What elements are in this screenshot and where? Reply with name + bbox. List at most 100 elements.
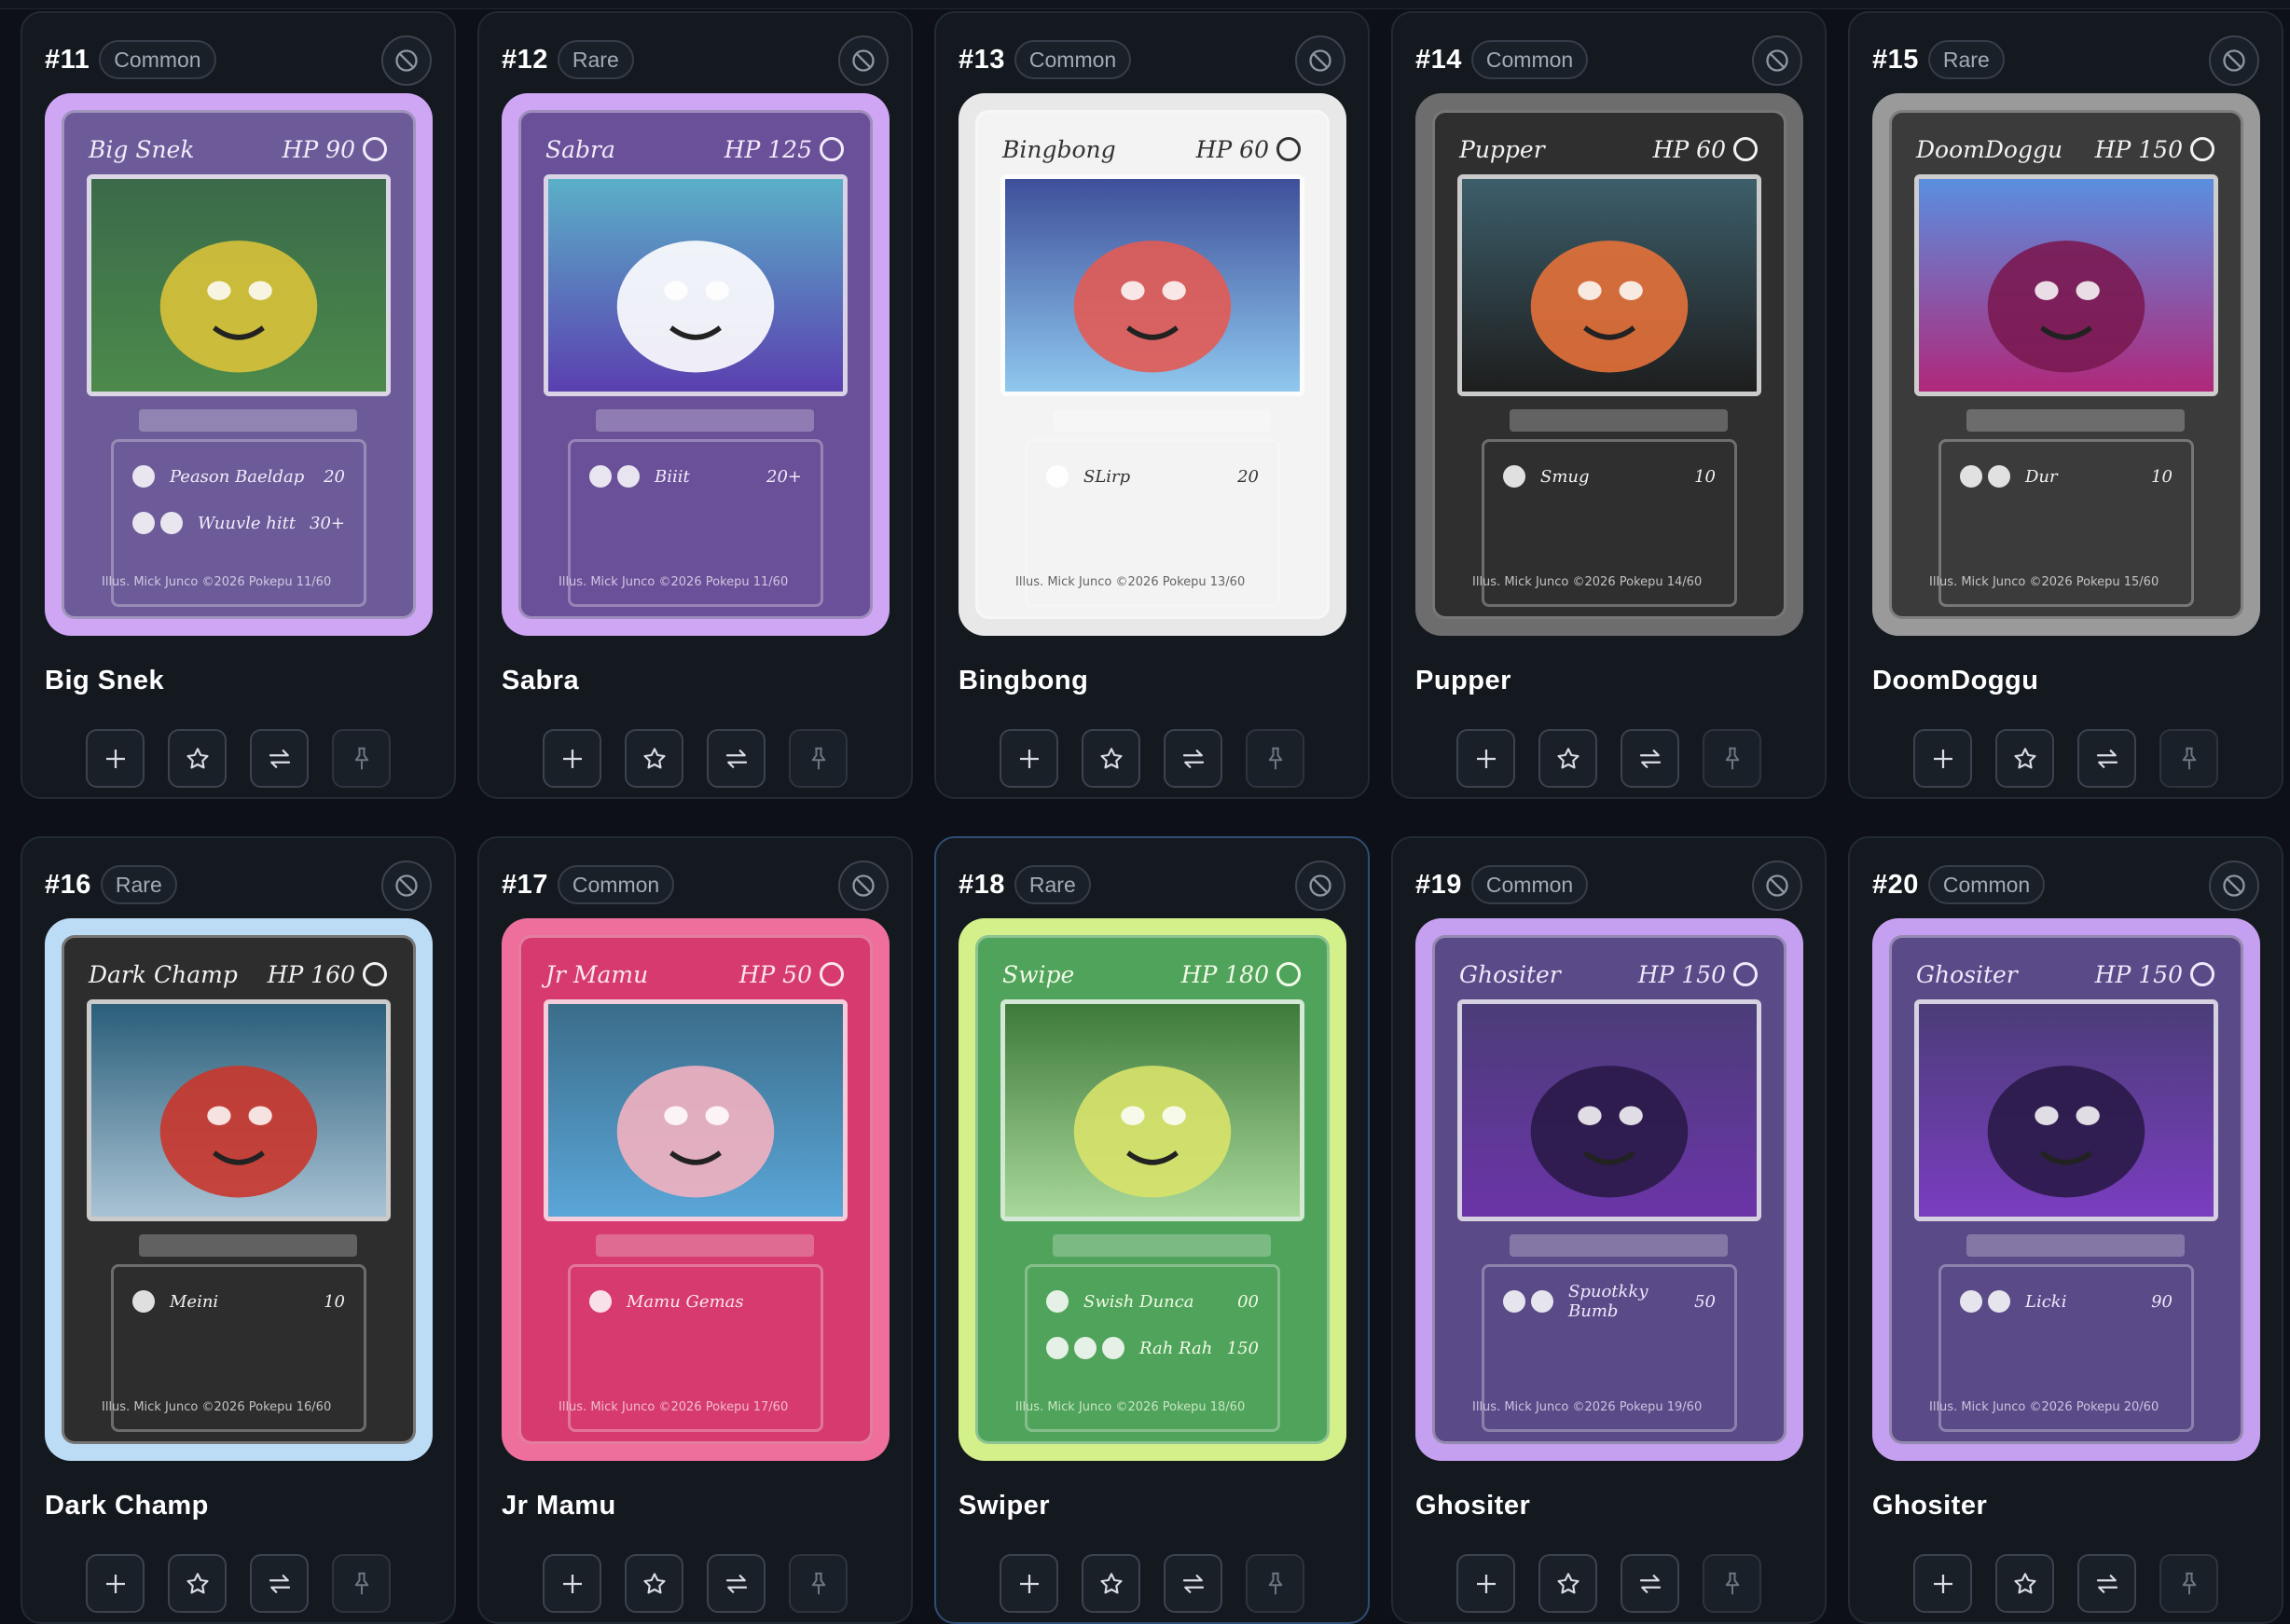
energy-icon — [1733, 137, 1758, 161]
add-button[interactable] — [86, 1554, 145, 1613]
energy-icon — [2190, 137, 2214, 161]
favorite-button[interactable] — [168, 729, 227, 788]
trade-button[interactable] — [707, 729, 766, 788]
move-name: Wuuvle hitt — [198, 513, 297, 533]
add-button[interactable] — [1456, 1554, 1515, 1613]
add-button[interactable] — [543, 729, 601, 788]
card-name: Big Snek — [45, 666, 165, 695]
pin-button[interactable] — [332, 1554, 391, 1613]
card-tile[interactable]: #19 Common Ghositer HP 150 Spuotkky Bumb… — [1391, 836, 1827, 1624]
card-image[interactable]: Ghositer HP 150 Spuotkky Bumb 50 Illus. M… — [1415, 918, 1803, 1461]
favorite-button[interactable] — [1538, 729, 1597, 788]
card-face: Bingbong HP 60 SLirp 20 Illus. Mick Junco… — [975, 110, 1330, 619]
card-tile[interactable]: #15 Rare DoomDoggu HP 150 Dur 10 Illus. M… — [1848, 11, 2283, 799]
trade-button[interactable] — [1164, 1554, 1222, 1613]
trade-button[interactable] — [2077, 729, 2136, 788]
card-info-strip — [1966, 409, 2185, 432]
card-image[interactable]: DoomDoggu HP 150 Dur 10 Illus. Mick Junco… — [1872, 93, 2260, 636]
pin-button[interactable] — [789, 1554, 848, 1613]
card-image[interactable]: Jr Mamu HP 50 Mamu Gemas Illus. Mick Jun… — [502, 918, 890, 1461]
add-button[interactable] — [1913, 729, 1972, 788]
pin-button[interactable] — [332, 729, 391, 788]
card-header: Swipe HP 180 — [1002, 958, 1301, 990]
card-image[interactable]: Bingbong HP 60 SLirp 20 Illus. Mick Junco… — [959, 93, 1346, 636]
trade-button[interactable] — [1164, 729, 1222, 788]
card-tile[interactable]: #17 Common Jr Mamu HP 50 Mamu Gemas Illu… — [477, 836, 913, 1624]
artwork-illustration — [1919, 1004, 2214, 1217]
rarity-badge: Common — [99, 40, 216, 79]
add-button[interactable] — [1913, 1554, 1972, 1613]
add-button[interactable] — [1000, 729, 1058, 788]
plus-icon — [562, 1574, 582, 1593]
card-tile[interactable]: #20 Common Ghositer HP 150 Licki 90 Illus… — [1848, 836, 2283, 1624]
favorite-button[interactable] — [625, 729, 683, 788]
add-button[interactable] — [86, 729, 145, 788]
card-number: #19 — [1415, 869, 1462, 900]
card-tile[interactable]: #16 Rare Dark Champ HP 160 Meini 10 Illus… — [21, 836, 456, 1624]
hide-button[interactable] — [838, 860, 889, 911]
card-tile[interactable]: #14 Common Pupper HP 60 Smug 10 Illus. Mi… — [1391, 11, 1827, 799]
card-image[interactable]: Pupper HP 60 Smug 10 Illus. Mick Junco ©2… — [1415, 93, 1803, 636]
favorite-button[interactable] — [625, 1554, 683, 1613]
trade-button[interactable] — [1621, 729, 1679, 788]
hide-button[interactable] — [1752, 860, 1802, 911]
hide-button[interactable] — [2209, 35, 2259, 86]
card-tile[interactable]: #18 Rare Swipe HP 180 Swish Dunca 00 Rah R… — [934, 836, 1370, 1624]
star-icon — [642, 747, 666, 768]
card-tile[interactable]: #11 Common Big Snek HP 90 Peason Baeldap… — [21, 11, 456, 799]
move-damage: 20 — [324, 466, 345, 487]
energy-icon — [589, 465, 612, 488]
favorite-button[interactable] — [1538, 1554, 1597, 1613]
tile-header: #14 Common — [1415, 35, 1802, 86]
pin-button[interactable] — [1703, 1554, 1761, 1613]
card-number: #13 — [959, 44, 1005, 75]
card-tile[interactable]: #13 Common Bingbong HP 60 SLirp 20 Illus.… — [934, 11, 1370, 799]
hide-button[interactable] — [2209, 860, 2259, 911]
trade-button[interactable] — [707, 1554, 766, 1613]
add-button[interactable] — [543, 1554, 601, 1613]
pin-icon — [1268, 747, 1282, 769]
card-image[interactable]: Swipe HP 180 Swish Dunca 00 Rah Rah 150 Ill… — [959, 918, 1346, 1461]
card-number: #15 — [1872, 44, 1919, 75]
card-title: Dark Champ — [89, 960, 238, 988]
card-header: Dark Champ HP 160 — [89, 958, 387, 990]
footer-text: Illus. Mick Junco ©2026 Pokepu 11/60 — [102, 575, 332, 589]
favorite-button[interactable] — [1995, 1554, 2054, 1613]
pin-button[interactable] — [2159, 729, 2218, 788]
card-tile[interactable]: #12 Rare Sabra HP 125 Biiit 20+ Illus. Mi… — [477, 11, 913, 799]
pin-button[interactable] — [2159, 1554, 2218, 1613]
card-actions — [86, 1554, 391, 1613]
trade-button[interactable] — [250, 1554, 309, 1613]
favorite-button[interactable] — [168, 1554, 227, 1613]
card-image[interactable]: Sabra HP 125 Biiit 20+ Illus. Mick Junco … — [502, 93, 890, 636]
hide-button[interactable] — [1295, 860, 1345, 911]
add-button[interactable] — [1000, 1554, 1058, 1613]
favorite-button[interactable] — [1082, 729, 1140, 788]
card-image[interactable]: Big Snek HP 90 Peason Baeldap 20 Wuuvle hi… — [45, 93, 433, 636]
add-button[interactable] — [1456, 729, 1515, 788]
hide-button[interactable] — [381, 35, 432, 86]
card-footer: Illus. Mick Junco ©2026 Pokepu 20/60 — [1929, 1400, 2203, 1417]
pin-button[interactable] — [789, 729, 848, 788]
pin-button[interactable] — [1246, 729, 1304, 788]
card-image[interactable]: Dark Champ HP 160 Meini 10 Illus. Mick Ju… — [45, 918, 433, 1461]
hide-button[interactable] — [1295, 35, 1345, 86]
move-damage: 20+ — [766, 466, 802, 487]
trade-button[interactable] — [250, 729, 309, 788]
move-row: Swish Dunca 00 — [1046, 1287, 1259, 1315]
favorite-button[interactable] — [1082, 1554, 1140, 1613]
move-name: Peason Baeldap — [170, 466, 305, 487]
card-footer: Illus. Mick Junco ©2026 Pokepu 16/60 — [102, 1400, 376, 1417]
pin-button[interactable] — [1703, 729, 1761, 788]
trade-button[interactable] — [2077, 1554, 2136, 1613]
favorite-button[interactable] — [1995, 729, 2054, 788]
pin-button[interactable] — [1246, 1554, 1304, 1613]
hide-button[interactable] — [381, 860, 432, 911]
trade-button[interactable] — [1621, 1554, 1679, 1613]
slash-circle-icon — [395, 49, 418, 72]
hide-button[interactable] — [838, 35, 889, 86]
star-icon — [1099, 747, 1123, 768]
plus-icon — [1476, 1574, 1496, 1593]
hide-button[interactable] — [1752, 35, 1802, 86]
card-image[interactable]: Ghositer HP 150 Licki 90 Illus. Mick Junc… — [1872, 918, 2260, 1461]
